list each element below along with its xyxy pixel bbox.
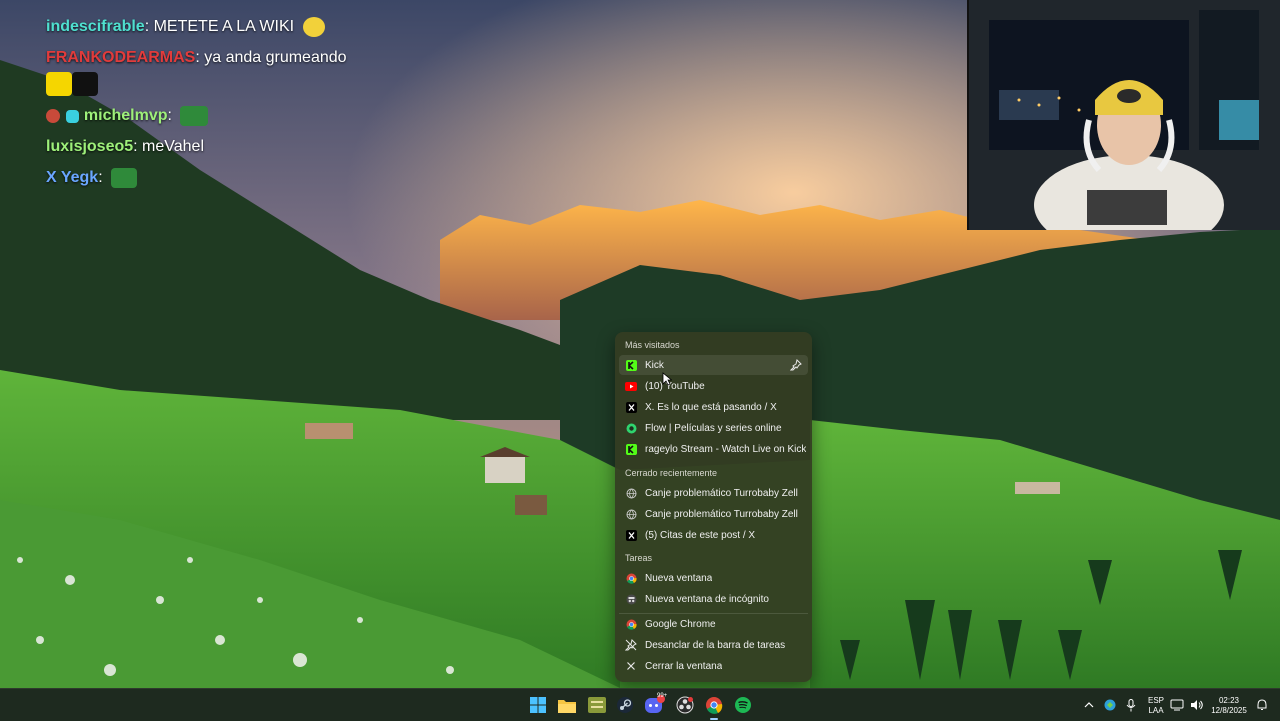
jumplist-item-label: Nueva ventana de incógnito: [645, 593, 769, 605]
emote-icon: [111, 168, 138, 188]
jumplist-item-x[interactable]: X. Es lo que está pasando / X: [619, 397, 808, 417]
chat-message: X Yegk:: [46, 168, 138, 188]
obs-icon[interactable]: [674, 694, 696, 716]
chat-text: : meVahel: [133, 138, 205, 155]
mouse-cursor-icon: [662, 372, 672, 386]
x-icon: [625, 529, 637, 541]
unpin-icon: [625, 639, 637, 651]
flow-icon: [625, 422, 637, 434]
network-icon[interactable]: [1166, 694, 1188, 716]
jumplist-item-new-window[interactable]: Nueva ventana: [619, 568, 808, 588]
discord-icon[interactable]: 99+: [644, 693, 668, 716]
spotify-icon[interactable]: [732, 694, 754, 716]
jumplist-item-recent[interactable]: (5) Citas de este post / X: [619, 525, 808, 545]
chrome-jump-list: Más visitados Kick (10) YouTube X. Es lo…: [615, 332, 812, 682]
jumplist-item-recent[interactable]: Canje problemático Turrobaby Zell: [619, 483, 808, 503]
jumplist-item-label: Kick: [645, 359, 664, 371]
date-label: 12/8/2025: [1211, 706, 1247, 715]
badge-icon: [46, 109, 60, 123]
chat-text: :: [98, 169, 103, 187]
jumplist-item-flow[interactable]: Flow | Películas y series online: [619, 418, 808, 438]
notification-bell-icon[interactable]: [1251, 694, 1273, 716]
time-label: 02:23: [1218, 696, 1240, 705]
steam-icon[interactable]: [614, 694, 636, 716]
taskbar: 99+ ESP LAA 02:23 12/8/2025: [0, 688, 1280, 721]
chat-text: : ya anda grumeando: [195, 49, 347, 66]
jumplist-item-label: Cerrar la ventana: [645, 660, 723, 672]
pin-icon[interactable]: [789, 359, 802, 371]
microphone-icon[interactable]: [1120, 694, 1142, 716]
clock[interactable]: 02:23 12/8/2025: [1207, 696, 1251, 716]
chat-emote-row: [46, 72, 98, 96]
kick-icon: [625, 359, 637, 371]
chrome-icon: [625, 618, 637, 630]
app-icon[interactable]: [586, 694, 608, 716]
shield-icon[interactable]: [1099, 694, 1121, 716]
chat-username: indescifrable: [46, 18, 145, 36]
windows-start-icon[interactable]: [527, 694, 549, 716]
kick-icon: [625, 443, 637, 455]
chrome-icon[interactable]: [703, 694, 725, 716]
jumplist-item-label: X. Es lo que está pasando / X: [645, 401, 777, 413]
section-header-tasks: Tareas: [625, 553, 653, 563]
jumplist-item-rageylo-kick[interactable]: rageylo Stream - Watch Live on Kick: [619, 439, 808, 459]
jumplist-item-close-window[interactable]: Cerrar la ventana: [619, 656, 808, 676]
section-header-most-visited: Más visitados: [625, 340, 680, 350]
file-explorer-icon[interactable]: [556, 694, 578, 716]
chat-username: X Yegk: [46, 169, 99, 187]
jumplist-item-label: Canje problemático Turrobaby Zell: [645, 487, 798, 499]
close-icon: [625, 660, 637, 672]
incognito-icon: [625, 593, 637, 605]
youtube-icon: [625, 380, 637, 392]
volume-icon[interactable]: [1186, 694, 1208, 716]
chevron-up-icon[interactable]: [1078, 694, 1100, 716]
chat-username: FRANKODEARMAS: [46, 49, 196, 66]
jumplist-item-label: Flow | Películas y series online: [645, 422, 782, 434]
jumplist-item-google-chrome[interactable]: Google Chrome: [619, 614, 808, 634]
chat-message: michelmvp:: [46, 106, 209, 126]
chat-username: michelmvp: [83, 107, 168, 125]
minion-emote-icon: [46, 72, 72, 96]
chat-username: luxisjoseo5: [46, 138, 134, 155]
webcam-overlay: [967, 0, 1280, 230]
jumplist-item-label: (10) YouTube: [645, 380, 705, 392]
jumplist-item-recent[interactable]: Canje problemático Turrobaby Zell: [619, 504, 808, 524]
chat-text: :: [167, 107, 172, 125]
jumplist-item-label: Desanclar de la barra de tareas: [645, 639, 786, 651]
jumplist-item-label: Canje problemático Turrobaby Zell: [645, 508, 798, 520]
section-header-recently-closed: Cerrado recientemente: [625, 468, 718, 478]
emote-icon: [302, 17, 325, 37]
globe-icon: [625, 487, 637, 499]
jumplist-item-kick[interactable]: Kick: [619, 355, 808, 375]
jumplist-item-unpin[interactable]: Desanclar de la barra de tareas: [619, 635, 808, 655]
chat-message: indescifrable: METETE A LA WIKI: [46, 17, 325, 37]
jumplist-item-label: (5) Citas de este post / X: [645, 529, 756, 541]
x-icon: [625, 401, 637, 413]
jumplist-item-label: Google Chrome: [645, 618, 716, 630]
notification-badge: 99+: [657, 693, 668, 699]
jumplist-item-label: Nueva ventana: [645, 572, 713, 584]
globe-icon: [625, 508, 637, 520]
badge-icon: [66, 109, 80, 123]
emote-icon: [180, 106, 209, 126]
jumplist-item-label: rageylo Stream - Watch Live on Kick: [645, 443, 807, 455]
dark-emote-icon: [72, 72, 98, 96]
jumplist-item-new-incognito-window[interactable]: Nueva ventana de incógnito: [619, 589, 808, 609]
chat-message: luxisjoseo5: meVahel: [46, 138, 204, 156]
chrome-icon: [625, 572, 637, 584]
chat-text: : METETE A LA WIKI: [144, 18, 295, 36]
jumplist-item-youtube[interactable]: (10) YouTube: [619, 376, 808, 396]
chat-message: FRANKODEARMAS: ya anda grumeando: [46, 49, 347, 67]
